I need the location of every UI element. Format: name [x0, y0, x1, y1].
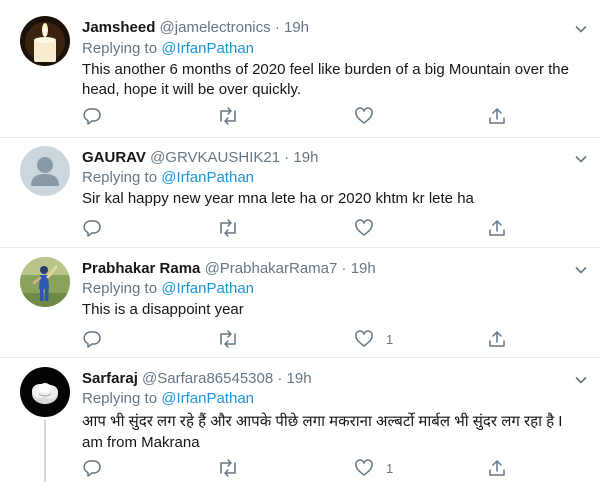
- heart-icon: [355, 330, 373, 347]
- action-bar: 1: [82, 329, 522, 349]
- share-icon: [489, 460, 505, 476]
- replying-to: Replying to @IrfanPathan: [82, 280, 254, 297]
- timestamp[interactable]: 19h: [287, 370, 312, 387]
- share-icon: [489, 108, 505, 124]
- default-avatar[interactable]: [20, 146, 70, 196]
- replying-to: Replying to @IrfanPathan: [82, 169, 254, 186]
- replying-to-label: Replying to: [82, 40, 158, 57]
- user-name[interactable]: Jamsheed: [82, 19, 155, 36]
- mention-link[interactable]: @IrfanPathan: [161, 390, 254, 407]
- retweet-button[interactable]: [217, 329, 251, 349]
- tweet-text: Sir kal happy new year mna lete ha or 20…: [82, 190, 474, 207]
- reply-icon: [83, 331, 101, 348]
- replying-to-label: Replying to: [82, 280, 158, 297]
- chevron-down-icon[interactable]: [574, 263, 588, 277]
- tweet-header: Sarfaraj @Sarfara86545308 · 19h: [82, 370, 312, 387]
- tweet-header: Prabhakar Rama @PrabhakarRama7 · 19h: [82, 260, 376, 277]
- reply-button[interactable]: [82, 106, 114, 126]
- separator-dot: ·: [277, 370, 283, 387]
- rose-avatar[interactable]: [20, 367, 70, 417]
- user-name[interactable]: GAURAV: [82, 149, 146, 166]
- reply-button[interactable]: [82, 458, 114, 478]
- retweet-icon: [220, 459, 236, 477]
- mention-link[interactable]: @IrfanPathan: [161, 280, 254, 297]
- action-bar: 1: [82, 458, 522, 478]
- user-handle[interactable]: @GRVKAUSHIK21: [150, 149, 280, 166]
- like-button[interactable]: [354, 106, 386, 126]
- share-button[interactable]: [487, 106, 507, 126]
- share-button[interactable]: [487, 218, 507, 238]
- heart-icon: [355, 219, 373, 236]
- candle-avatar[interactable]: [20, 16, 70, 66]
- action-bar: [82, 218, 522, 238]
- tweet-header: GAURAV @GRVKAUSHIK21 · 19h: [82, 149, 318, 166]
- retweet-button[interactable]: [217, 458, 251, 478]
- tweet-sarfaraj[interactable]: Sarfaraj @Sarfara86545308 · 19h Replying…: [0, 358, 600, 493]
- tweet-text: This is a disappoint year: [82, 301, 244, 318]
- like-button[interactable]: 1: [354, 329, 393, 349]
- reply-button[interactable]: [82, 329, 114, 349]
- retweet-button[interactable]: [217, 106, 251, 126]
- like-count: 1: [386, 331, 394, 347]
- like-button[interactable]: 1: [354, 458, 393, 478]
- mention-link[interactable]: @IrfanPathan: [161, 169, 254, 186]
- tweet-header: Jamsheed @jamelectronics · 19h: [82, 19, 309, 36]
- share-icon: [489, 331, 505, 347]
- like-count: 1: [386, 460, 394, 476]
- retweet-icon: [220, 107, 236, 125]
- reply-feed: Jamsheed @jamelectronics · 19h Replying …: [0, 0, 600, 493]
- retweet-icon: [220, 330, 236, 348]
- separator-dot: ·: [341, 260, 347, 277]
- retweet-icon: [220, 219, 236, 237]
- user-name[interactable]: Prabhakar Rama: [82, 260, 200, 277]
- user-handle[interactable]: @Sarfara86545308: [142, 370, 273, 387]
- replying-to-label: Replying to: [82, 169, 158, 186]
- cricket-avatar[interactable]: [20, 257, 70, 307]
- user-handle[interactable]: @jamelectronics: [160, 19, 271, 36]
- timestamp[interactable]: 19h: [351, 260, 376, 277]
- thread-line: [44, 420, 46, 482]
- tweet-prabhakar[interactable]: Prabhakar Rama @PrabhakarRama7 · 19h Rep…: [0, 248, 600, 358]
- chevron-down-icon[interactable]: [574, 152, 588, 166]
- heart-icon: [355, 107, 373, 124]
- heart-icon: [355, 459, 373, 476]
- action-bar: [82, 106, 522, 126]
- tweet-text: This another 6 months of 2020 feel like …: [82, 61, 569, 98]
- tweet-text: आप भी सुंदर लग रहे हैं और आपके पीछे लगा …: [82, 413, 563, 451]
- user-handle[interactable]: @PrabhakarRama7: [205, 260, 338, 277]
- reply-icon: [83, 108, 101, 125]
- tweet-gaurav[interactable]: GAURAV @GRVKAUSHIK21 · 19h Replying to @…: [0, 138, 600, 248]
- tweet-jamsheed[interactable]: Jamsheed @jamelectronics · 19h Replying …: [0, 0, 600, 137]
- replying-to: Replying to @IrfanPathan: [82, 40, 254, 57]
- mention-link[interactable]: @IrfanPathan: [161, 40, 254, 57]
- reply-icon: [83, 460, 101, 477]
- chevron-down-icon[interactable]: [574, 373, 588, 387]
- separator-dot: ·: [284, 149, 290, 166]
- separator-dot: ·: [274, 19, 280, 36]
- replying-to-label: Replying to: [82, 390, 158, 407]
- timestamp[interactable]: 19h: [284, 19, 309, 36]
- like-button[interactable]: [354, 218, 386, 238]
- share-button[interactable]: [487, 329, 507, 349]
- user-name[interactable]: Sarfaraj: [82, 370, 138, 387]
- chevron-down-icon[interactable]: [574, 22, 588, 36]
- retweet-button[interactable]: [217, 218, 251, 238]
- reply-icon: [83, 220, 101, 237]
- replying-to: Replying to @IrfanPathan: [82, 390, 254, 407]
- reply-button[interactable]: [82, 218, 114, 238]
- share-icon: [489, 220, 505, 236]
- share-button[interactable]: [487, 458, 507, 478]
- timestamp[interactable]: 19h: [293, 149, 318, 166]
